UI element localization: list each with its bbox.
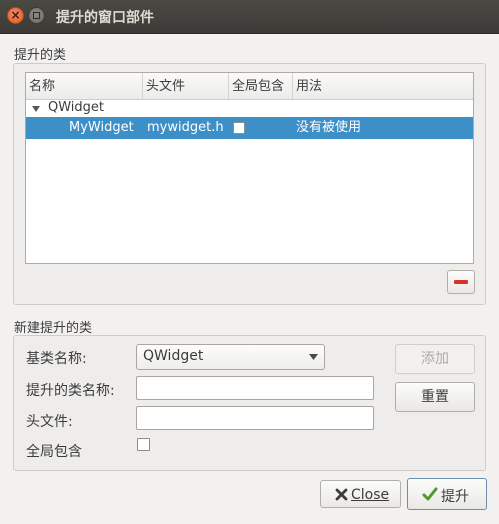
add-button[interactable]: 添加 [395,344,475,374]
global-include-checkbox[interactable] [137,438,150,451]
window-title: 提升的窗口部件 [56,10,154,26]
promote-button-label: 提升 [441,489,469,505]
base-class-label: 基类名称: [26,351,87,367]
remove-button[interactable] [447,270,475,294]
close-button[interactable]: Close [320,480,401,508]
minimize-window-button[interactable] [28,7,45,24]
close-window-button[interactable]: × [7,7,24,24]
reset-button[interactable]: 重置 [395,382,475,412]
column-header-name[interactable]: 名称 [26,73,143,99]
promote-button[interactable]: 提升 [407,478,487,510]
row-header-file: mywidget.h [147,120,224,135]
row-name: MyWidget [69,120,134,135]
column-header-usage[interactable]: 用法 [293,73,473,99]
row-global-include-checkbox[interactable] [233,122,245,134]
close-x-icon [335,488,348,501]
checkmark-icon [422,487,438,501]
close-icon: × [10,8,21,22]
title-bar: × 提升的窗口部件 [0,0,499,34]
minimize-icon [33,12,40,19]
tree-header: 名称 头文件 全局包含 用法 [26,73,473,100]
row-usage: 没有被使用 [296,120,362,135]
global-include-label: 全局包含 [26,444,82,460]
promoted-class-input[interactable] [136,376,374,400]
column-header-header-file[interactable]: 头文件 [143,73,229,99]
header-file-label: 头文件: [26,414,73,430]
base-class-combo[interactable]: QWidget [136,344,325,370]
promoted-group-label: 提升的类 [14,48,67,63]
tree-parent-item[interactable]: QWidget [48,98,104,118]
promoted-class-label: 提升的类名称: [26,383,115,399]
column-header-global-include[interactable]: 全局包含 [229,73,293,99]
base-class-value: QWidget [143,348,204,364]
header-file-input[interactable] [136,406,374,430]
new-group-label: 新建提升的类 [14,321,93,336]
expand-arrow-icon[interactable] [31,103,41,113]
close-button-label: Close [351,487,390,503]
minus-icon [454,280,468,284]
chevron-down-icon [309,354,318,360]
